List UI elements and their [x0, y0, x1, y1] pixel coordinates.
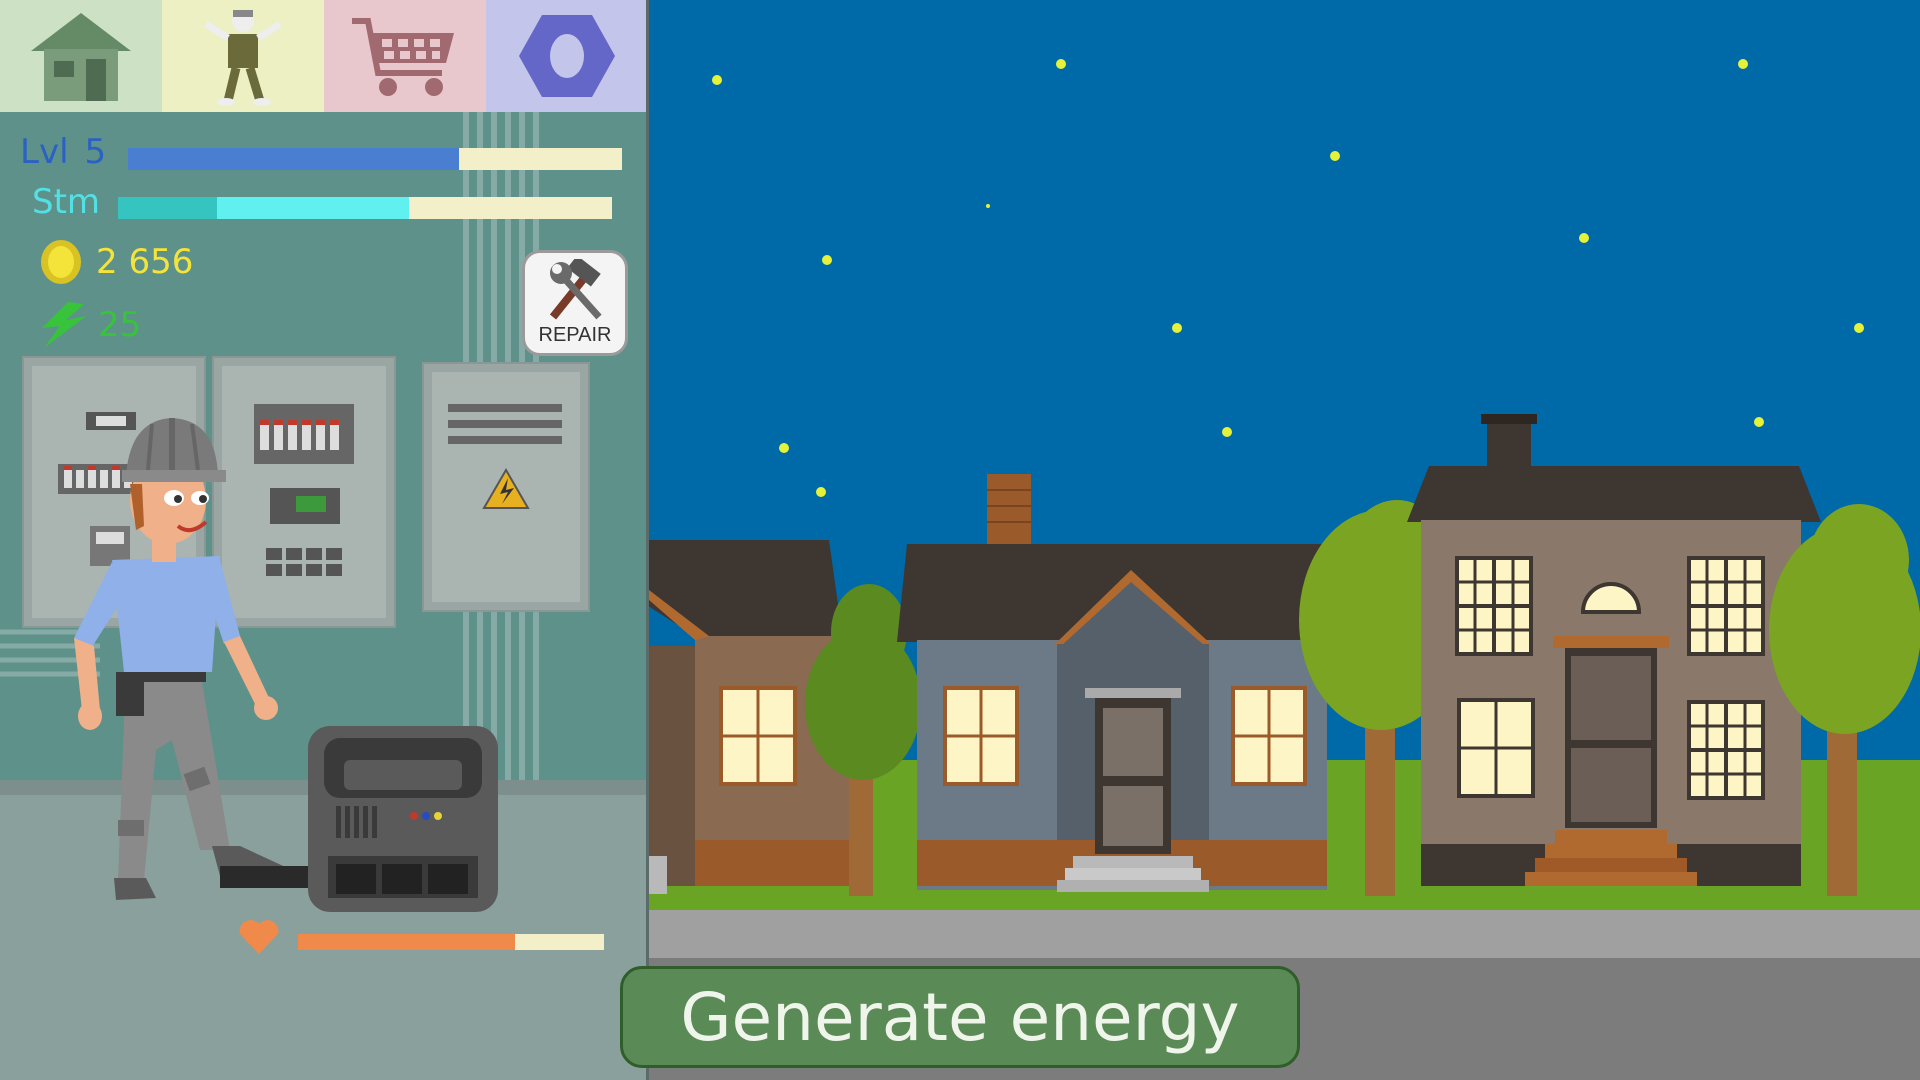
heart-icon	[239, 920, 279, 954]
level-value: 5	[84, 132, 107, 172]
energy-row: 25	[38, 302, 141, 348]
level-progress-bar	[128, 148, 622, 170]
level-row: Lvl 5	[20, 132, 106, 172]
stamina-label: Stm	[32, 182, 101, 222]
repair-label: REPAIR	[538, 324, 612, 346]
hazard-panel	[448, 404, 562, 509]
game-panel: Lvl 5 Stm 2 656 25 REPAIR	[0, 0, 648, 1080]
coin-icon	[41, 240, 81, 284]
night-street-scene	[649, 59, 1920, 1080]
shopping-cart-icon	[352, 18, 454, 96]
repair-button[interactable]: REPAIR	[522, 250, 628, 356]
energy-value: 25	[98, 305, 142, 345]
lightning-bolt-icon	[42, 302, 86, 348]
stamina-progress-fill	[118, 197, 217, 219]
generator-health-fill	[298, 934, 516, 950]
generate-energy-label: Generate energy	[680, 978, 1240, 1056]
coins-row: 2 656	[38, 238, 193, 286]
electrical-panel-right	[422, 362, 590, 612]
tab-bar	[0, 0, 648, 112]
generator-health-bar	[298, 934, 604, 950]
tab-character[interactable]	[162, 0, 324, 112]
tab-home[interactable]	[0, 0, 162, 112]
character-icon	[204, 10, 282, 106]
stars	[712, 59, 1864, 497]
stamina-progress-bar	[118, 197, 612, 219]
coins-value: 2 656	[96, 242, 194, 282]
level-progress-fill	[128, 148, 459, 170]
level-label: Lvl	[20, 132, 69, 172]
tab-shop[interactable]	[324, 0, 486, 112]
hammer-wrench-icon	[549, 259, 602, 320]
stamina-row: Stm	[32, 182, 100, 222]
generator	[220, 726, 498, 912]
town-scene	[649, 0, 1920, 1080]
hex-nut-icon	[519, 15, 615, 97]
tab-settings[interactable]	[486, 0, 648, 112]
house-icon	[31, 13, 131, 101]
generate-energy-button[interactable]: Generate energy	[620, 966, 1300, 1068]
